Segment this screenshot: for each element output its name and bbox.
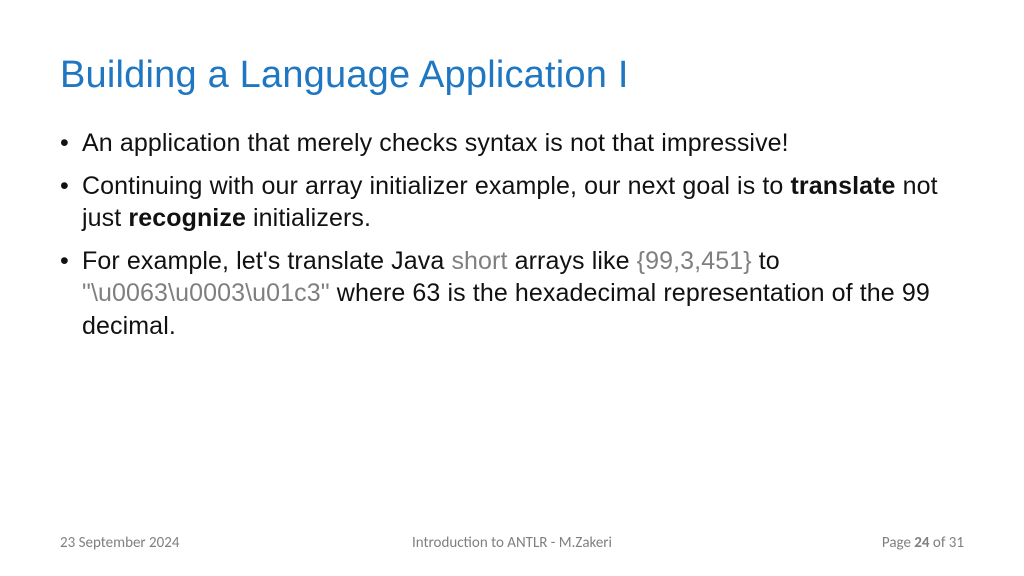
bold-text: recognize	[128, 204, 246, 232]
page-number: 24	[914, 534, 929, 552]
footer-title: Introduction to ANTLR - M.Zakeri	[0, 534, 1024, 552]
bullet-text: For example, let's translate Java	[82, 247, 451, 275]
bullet-text: arrays like	[508, 247, 637, 275]
bullet-text: An application that merely checks syntax…	[82, 129, 789, 157]
code-text: "\u0063\u0003\u01c3"	[82, 279, 330, 307]
slide-title: Building a Language Application I	[60, 54, 964, 97]
footer: 23 September 2024 Introduction to ANTLR …	[0, 534, 1024, 552]
bullet-list: An application that merely checks syntax…	[60, 127, 964, 342]
code-text: {99,3,451}	[637, 247, 752, 275]
bullet-text: to	[752, 247, 780, 275]
page-label: Page	[882, 534, 914, 552]
bullet-item: For example, let's translate Java short …	[60, 245, 964, 343]
page-total: of 31	[930, 534, 964, 552]
bullet-text: Continuing with our array initializer ex…	[82, 172, 790, 200]
footer-page: Page 24 of 31	[882, 534, 964, 552]
bullet-text: initializers.	[246, 204, 371, 232]
bullet-item: An application that merely checks syntax…	[60, 127, 964, 160]
code-text: short	[451, 247, 507, 275]
slide: Building a Language Application I An app…	[0, 0, 1024, 576]
bullet-item: Continuing with our array initializer ex…	[60, 170, 964, 235]
bold-text: translate	[790, 172, 895, 200]
